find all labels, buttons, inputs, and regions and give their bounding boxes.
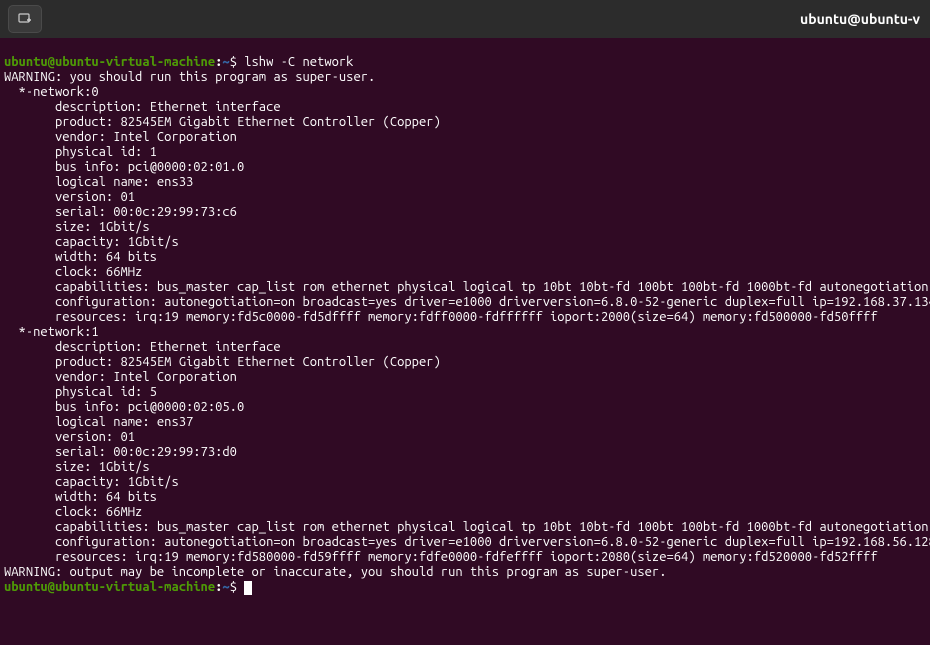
prompt-user: ubuntu@ubuntu-virtual-machine: [4, 580, 215, 594]
net1-vendor: vendor: Intel Corporation: [4, 370, 237, 384]
warning-line-2: WARNING: output may be incomplete or ina…: [4, 565, 666, 579]
net0-logical-name: logical name: ens33: [4, 175, 193, 189]
net1-capacity: capacity: 1Gbit/s: [4, 475, 179, 489]
net1-resources: resources: irq:19 memory:fd580000-fd59ff…: [4, 550, 878, 564]
window-title: ubuntu@ubuntu-v: [800, 12, 920, 27]
net0-version: version: 01: [4, 190, 135, 204]
net1-serial: serial: 00:0c:29:99:73:d0: [4, 445, 237, 459]
net0-bus-info: bus info: pci@0000:02:01.0: [4, 160, 244, 174]
net1-size: size: 1Gbit/s: [4, 460, 150, 474]
prompt-symbol: $: [230, 55, 237, 69]
net1-version: version: 01: [4, 430, 135, 444]
net0-capabilities: capabilities: bus_master cap_list rom et…: [4, 280, 929, 294]
net0-description: description: Ethernet interface: [4, 100, 281, 114]
prompt-path: ~: [222, 55, 229, 69]
net0-serial: serial: 00:0c:29:99:73:c6: [4, 205, 237, 219]
command-text: lshw -C network: [244, 55, 353, 69]
network1-header: *-network:1: [4, 325, 99, 339]
net1-description: description: Ethernet interface: [4, 340, 281, 354]
terminal-area[interactable]: ubuntu@ubuntu-virtual-machine:~$ lshw -C…: [0, 38, 930, 597]
net1-product: product: 82545EM Gigabit Ethernet Contro…: [4, 355, 441, 369]
prompt-symbol: $: [230, 580, 237, 594]
net0-vendor: vendor: Intel Corporation: [4, 130, 237, 144]
net0-resources: resources: irq:19 memory:fd5c0000-fd5dff…: [4, 310, 878, 324]
network0-header: *-network:0: [4, 85, 99, 99]
titlebar: ubuntu@ubuntu-v: [0, 0, 930, 38]
net1-logical-name: logical name: ens37: [4, 415, 193, 429]
net1-physical-id: physical id: 5: [4, 385, 157, 399]
net0-physical-id: physical id: 1: [4, 145, 157, 159]
net1-configuration: configuration: autonegotiation=on broadc…: [4, 535, 930, 549]
net0-size: size: 1Gbit/s: [4, 220, 150, 234]
net0-clock: clock: 66MHz: [4, 265, 142, 279]
cursor: [244, 581, 252, 595]
net0-width: width: 64 bits: [4, 250, 157, 264]
new-tab-icon: [17, 11, 33, 27]
net1-width: width: 64 bits: [4, 490, 157, 504]
net1-capabilities: capabilities: bus_master cap_list rom et…: [4, 520, 929, 534]
net0-configuration: configuration: autonegotiation=on broadc…: [4, 295, 930, 309]
net0-product: product: 82545EM Gigabit Ethernet Contro…: [4, 115, 441, 129]
prompt-path: ~: [222, 580, 229, 594]
prompt-line-2: ubuntu@ubuntu-virtual-machine:~$: [4, 580, 252, 594]
net1-bus-info: bus info: pci@0000:02:05.0: [4, 400, 244, 414]
new-tab-button[interactable]: [8, 5, 42, 33]
net0-capacity: capacity: 1Gbit/s: [4, 235, 179, 249]
prompt-user: ubuntu@ubuntu-virtual-machine: [4, 55, 215, 69]
prompt-line-1: ubuntu@ubuntu-virtual-machine:~$ lshw -C…: [4, 55, 353, 69]
net1-clock: clock: 66MHz: [4, 505, 142, 519]
warning-line: WARNING: you should run this program as …: [4, 70, 375, 84]
